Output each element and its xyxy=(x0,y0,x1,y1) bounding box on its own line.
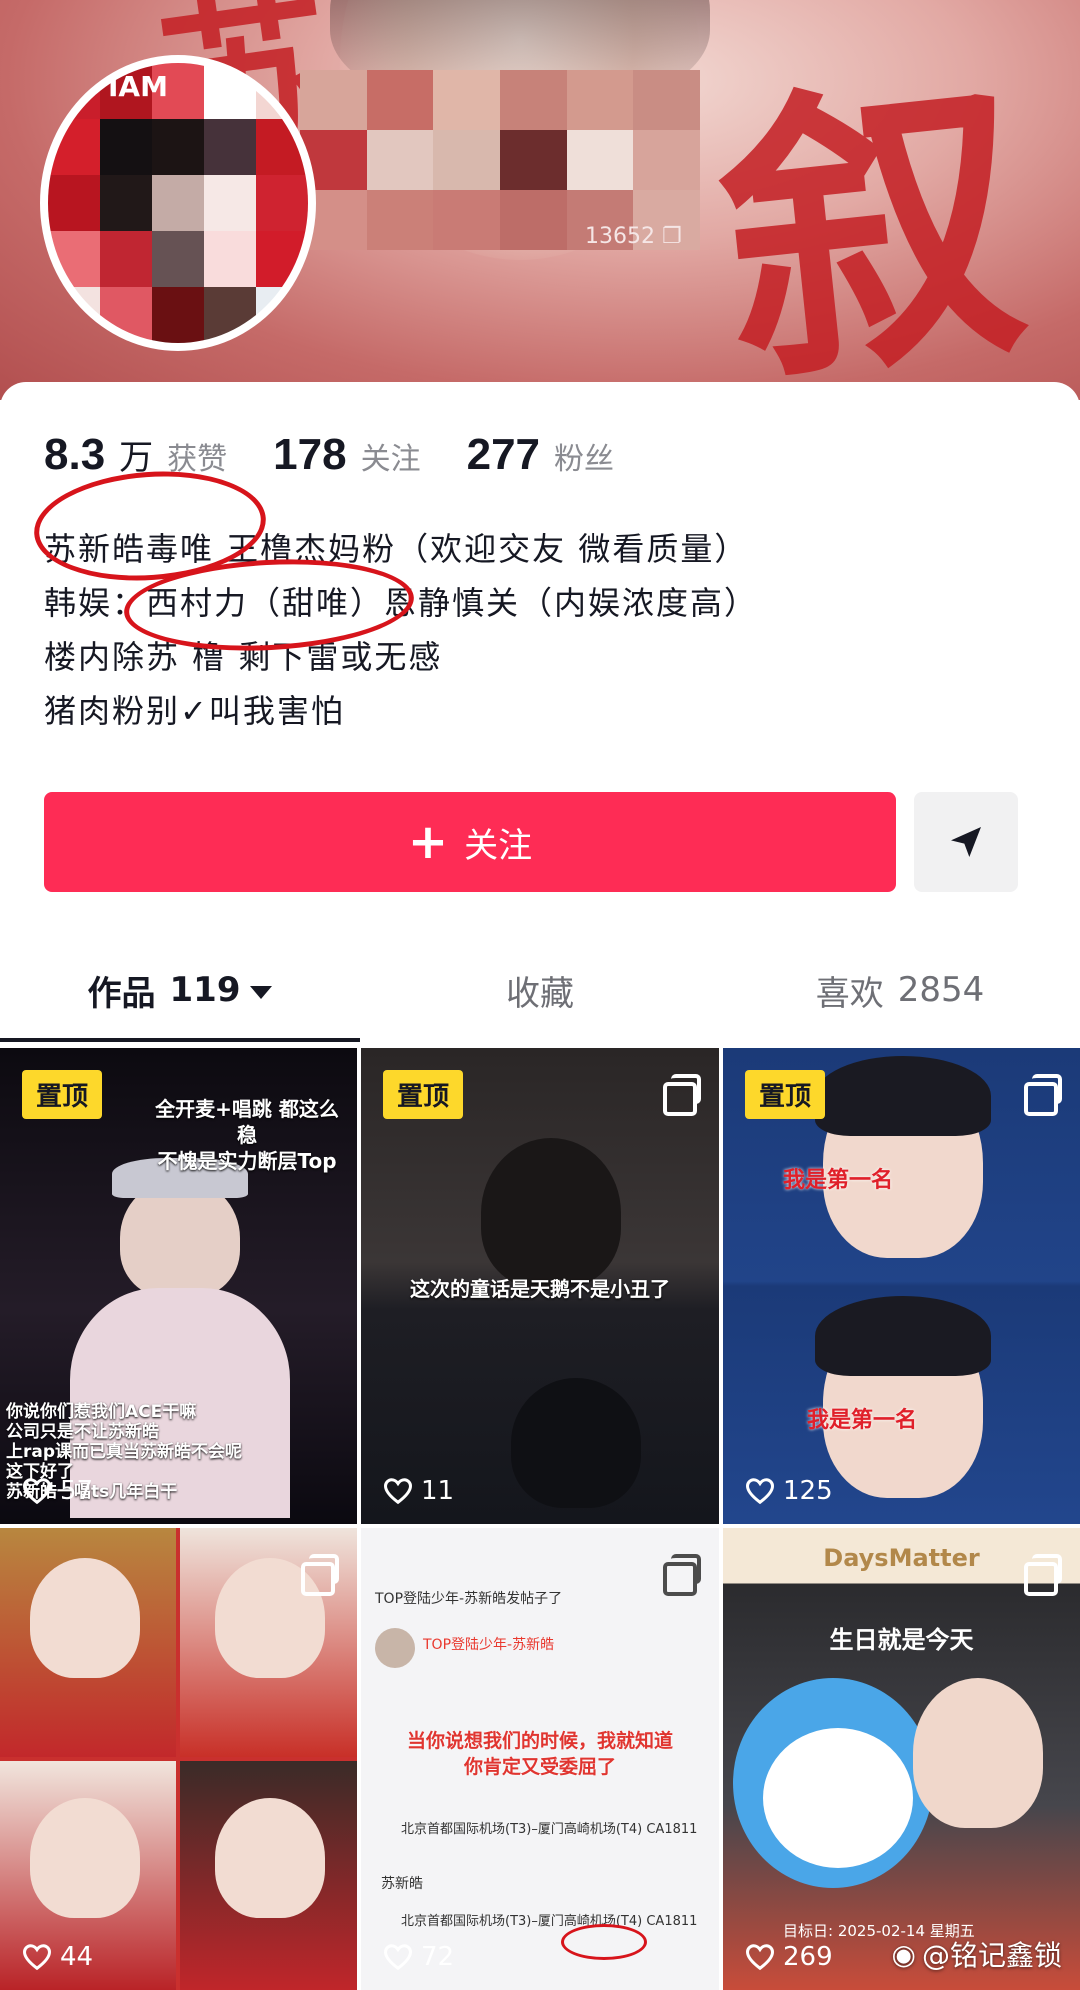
like-count: 57 xyxy=(22,1476,93,1506)
annotation-circle xyxy=(561,1924,647,1960)
quote-caption: 当你说想我们的时候，我就知道 你肯定又受委屈了 xyxy=(406,1730,673,1778)
video-tile-1[interactable]: 置顶 全开麦+唱跳 都这么稳 不愧是实力断层Top 你说你们惹我们ACE干嘛 公… xyxy=(0,1048,357,1524)
followers-count[interactable]: 277 xyxy=(467,430,540,480)
copy-count-tag[interactable]: 13652 ❐ xyxy=(585,224,682,249)
caption-top: 全开麦+唱跳 都这么稳 不愧是实力断层Top xyxy=(155,1097,339,1173)
heart-outline-icon xyxy=(745,1478,775,1505)
multi-image-icon xyxy=(301,1554,339,1596)
flight-info-1: 北京首都国际机场(T3)–厦门高崎机场(T4) CA1811 xyxy=(401,1822,698,1837)
doraemon-face xyxy=(763,1728,913,1868)
like-count: 125 xyxy=(745,1476,833,1506)
avatar-label: IAM xyxy=(108,70,168,103)
bio-line-3: 楼内除苏 橹 剩下雷或无感 xyxy=(44,638,443,676)
like-count-value: 44 xyxy=(60,1942,94,1972)
person-face xyxy=(30,1558,140,1678)
like-count-value: 125 xyxy=(783,1476,833,1506)
like-count-value: 72 xyxy=(421,1942,455,1972)
mosaic-nickname xyxy=(300,70,700,250)
heart-outline-icon xyxy=(22,1478,52,1505)
multi-image-icon xyxy=(1024,1074,1062,1116)
send-icon xyxy=(951,827,981,857)
follow-button-label: 关注 xyxy=(464,825,533,866)
watermark-text: @铭记鑫锁 xyxy=(921,1939,1062,1972)
count-tag-value: 13652 xyxy=(585,224,655,249)
caption-top: 我是第一名 xyxy=(783,1168,894,1193)
bio-line-4: 猪肉粉别✓叫我害怕 xyxy=(44,692,345,730)
video-tile-3[interactable]: 置顶 我是第一名 我是第一名 125 xyxy=(723,1048,1080,1524)
portrait-hair-top xyxy=(815,1056,991,1136)
profile-banner: 苏 叙 IAM 13652 ❐ xyxy=(0,0,1080,400)
following-count[interactable]: 178 xyxy=(273,430,346,480)
video-tile-2[interactable]: 置顶 这次的童话是天鹅不是小丑了 11 xyxy=(361,1048,719,1524)
passenger-name: 苏新皓 xyxy=(381,1876,423,1892)
portrait-hair-bottom xyxy=(815,1296,991,1376)
tab-likes-count: 2854 xyxy=(897,970,985,1010)
follow-button[interactable]: + 关注 xyxy=(44,792,896,892)
caret-down-icon xyxy=(250,985,273,999)
video-tile-4[interactable]: 44 xyxy=(0,1528,357,1990)
pinned-badge: 置顶 xyxy=(745,1070,826,1119)
likes-count: 8.3 xyxy=(44,430,106,479)
caption: 生日就是今天 xyxy=(829,1626,974,1654)
tab-likes[interactable]: 喜欢 2854 xyxy=(720,942,1080,1038)
like-count: 269 xyxy=(745,1942,833,1972)
active-tab-indicator xyxy=(0,1038,360,1042)
video-tile-5[interactable]: TOP登陆少年-苏新皓发帖子了 TOP登陆少年-苏新皓 当你说想我们的时候，我就… xyxy=(361,1528,719,1990)
post-avatar xyxy=(375,1628,415,1668)
like-count-value: 269 xyxy=(783,1942,833,1972)
like-count-value: 11 xyxy=(421,1476,455,1506)
following-label[interactable]: 关注 xyxy=(361,434,421,478)
tab-likes-label: 喜欢 xyxy=(815,973,884,1014)
sitting-figure-top xyxy=(481,1138,621,1288)
like-count-value: 57 xyxy=(60,1476,94,1506)
followers-label[interactable]: 粉丝 xyxy=(554,434,614,478)
video-grid: 置顶 全开麦+唱跳 都这么稳 不愧是实力断层Top 你说你们惹我们ACE干嘛 公… xyxy=(0,1048,1080,1990)
flight-info-2: 北京首都国际机场(T3)–厦门高崎机场(T4) CA1811 xyxy=(401,1914,698,1929)
like-count: 11 xyxy=(383,1476,454,1506)
tab-works-count: 119 xyxy=(169,970,241,1010)
banner-calligraphy-2: 叙 xyxy=(704,40,1041,400)
multi-image-icon xyxy=(663,1074,701,1116)
profile-tabs: 作品 119 收藏 喜欢 2854 xyxy=(0,942,1080,1042)
video-tile-6[interactable]: DaysMatter 生日就是今天 目标日: 2025-02-14 星期五 26… xyxy=(723,1528,1080,1990)
share-button[interactable] xyxy=(914,792,1018,892)
heart-outline-icon xyxy=(22,1944,52,1971)
weibo-logo-icon: ◉ xyxy=(891,1937,916,1971)
caption-middle: 这次的童话是天鹅不是小丑了 xyxy=(410,1277,670,1301)
heart-outline-icon xyxy=(383,1944,413,1971)
like-count: 72 xyxy=(383,1942,454,1972)
weibo-watermark: ◉ @铭记鑫锁 xyxy=(892,1934,1062,1974)
tab-works-label: 作品 xyxy=(87,973,156,1014)
person-face xyxy=(913,1678,1043,1828)
person-face xyxy=(30,1798,140,1918)
pinned-badge: 置顶 xyxy=(383,1070,464,1119)
tab-favorites[interactable]: 收藏 xyxy=(360,942,720,1038)
copy-icon: ❐ xyxy=(662,224,682,249)
tab-works[interactable]: 作品 119 xyxy=(0,942,360,1038)
post-username: TOP登陆少年-苏新皓 xyxy=(423,1637,555,1653)
caption-bottom: 我是第一名 xyxy=(807,1408,918,1433)
post-title: TOP登陆少年-苏新皓发帖子了 xyxy=(375,1591,563,1607)
sitting-figure-bottom xyxy=(511,1378,641,1508)
heart-outline-icon xyxy=(383,1478,413,1505)
profile-card: 8.3 万 获赞 178 关注 277 粉丝 苏新皓毒唯 王橹杰妈粉（欢迎交友 … xyxy=(0,382,1080,1062)
pinned-badge: 置顶 xyxy=(22,1070,103,1119)
person-face xyxy=(215,1798,325,1918)
multi-image-icon xyxy=(663,1554,701,1596)
like-count: 44 xyxy=(22,1942,93,1972)
plus-icon: + xyxy=(407,814,449,870)
avatar[interactable] xyxy=(40,55,316,351)
heart-outline-icon xyxy=(745,1944,775,1971)
tab-favorites-label: 收藏 xyxy=(506,973,574,1014)
multi-image-icon xyxy=(1024,1554,1062,1596)
